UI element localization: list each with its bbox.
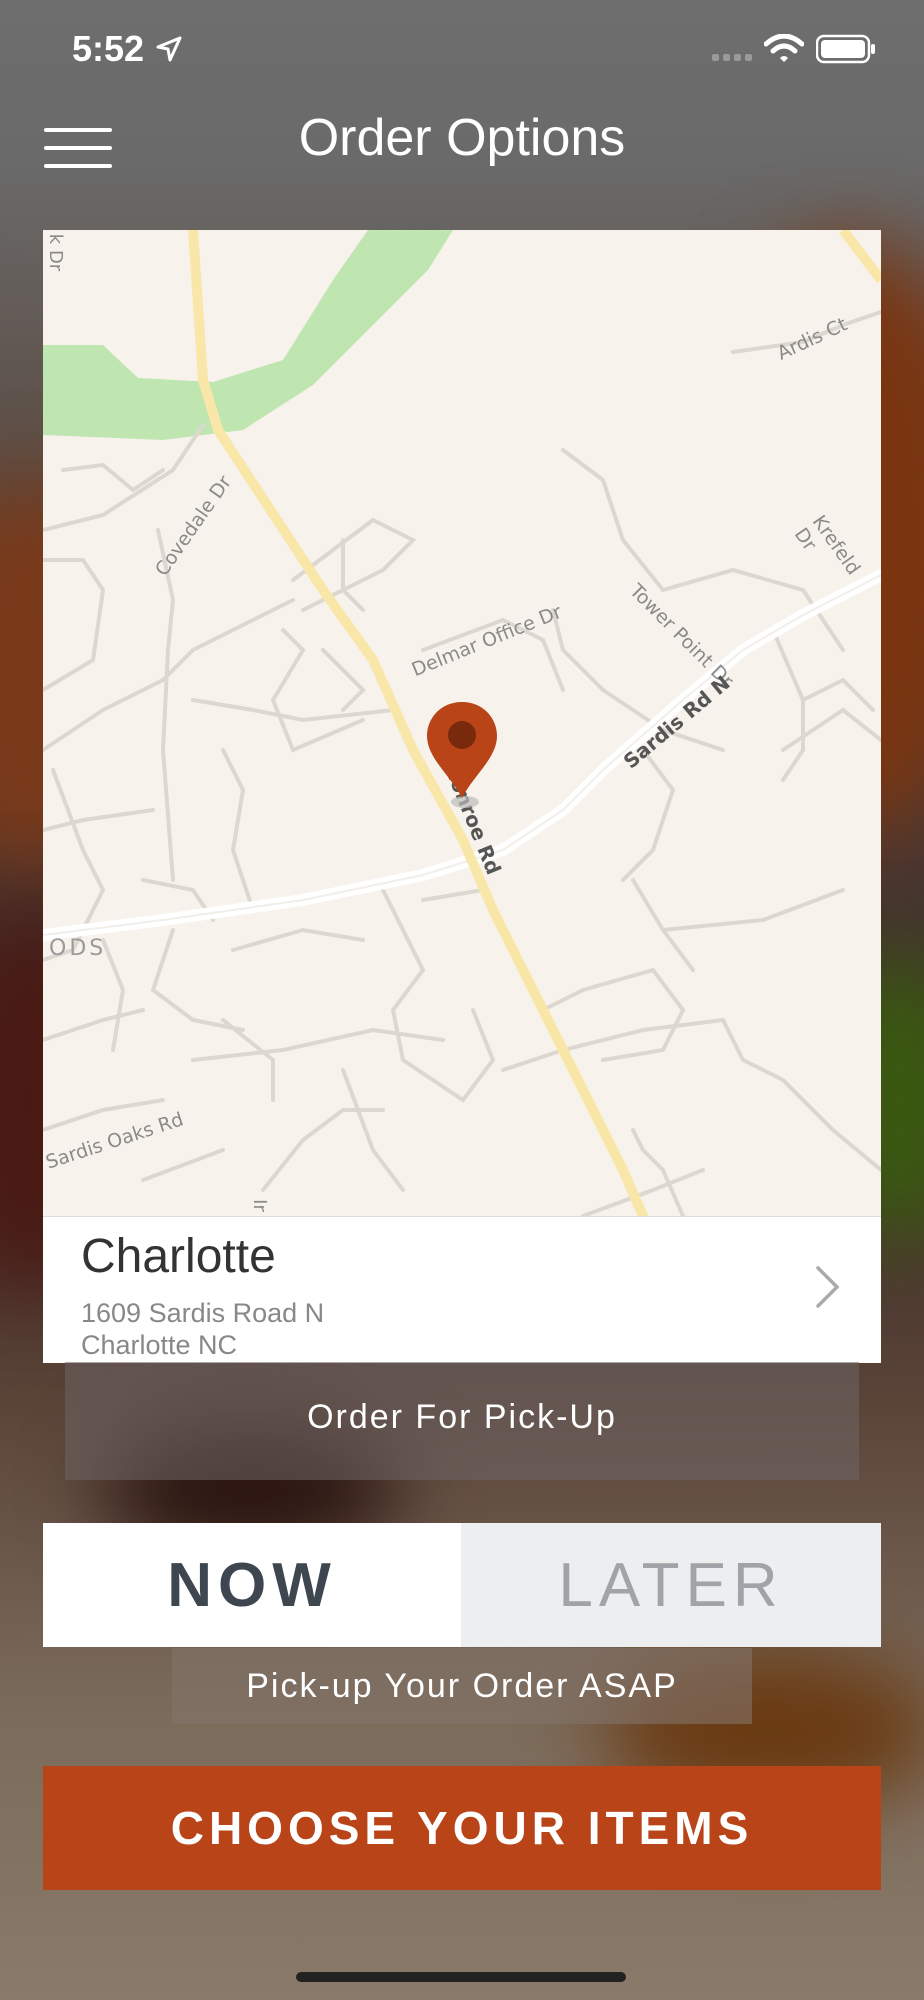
status-time: 5:52: [72, 28, 145, 69]
wifi-icon: [764, 34, 804, 62]
chevron-right-icon: [816, 1266, 840, 1308]
location-card[interactable]: Charlotte 1609 Sardis Road N Charlotte N…: [43, 1216, 881, 1363]
now-tab[interactable]: NOW: [43, 1523, 461, 1647]
timing-note: Pick-up Your Order ASAP: [172, 1648, 752, 1724]
map-view[interactable]: k Dr Ardis Ct Covedale Dr Krefeld Dr Del…: [43, 230, 881, 1216]
map-label: Ir: [248, 1199, 270, 1212]
order-type-panel[interactable]: Order For Pick-Up: [65, 1362, 859, 1480]
map-pin-icon[interactable]: [425, 700, 499, 810]
later-tab[interactable]: LATER: [461, 1523, 881, 1647]
signal-icon: [712, 54, 752, 61]
order-type-label: Order For Pick-Up: [307, 1398, 617, 1436]
page-title: Order Options: [298, 109, 626, 167]
choose-items-button[interactable]: CHOOSE YOUR ITEMS: [43, 1766, 881, 1890]
map-label: ODS: [49, 936, 107, 961]
location-arrow-icon: [156, 36, 182, 62]
home-indicator[interactable]: [296, 1972, 626, 1982]
address-line-2: Charlotte NC: [81, 1330, 238, 1360]
location-address: 1609 Sardis Road N Charlotte NC: [81, 1297, 324, 1361]
battery-icon: [816, 34, 875, 64]
status-bar: 5:52: [0, 0, 924, 100]
location-city: Charlotte: [81, 1230, 276, 1283]
address-line-1: 1609 Sardis Road N: [81, 1298, 325, 1328]
map-label: k Dr: [45, 233, 67, 272]
